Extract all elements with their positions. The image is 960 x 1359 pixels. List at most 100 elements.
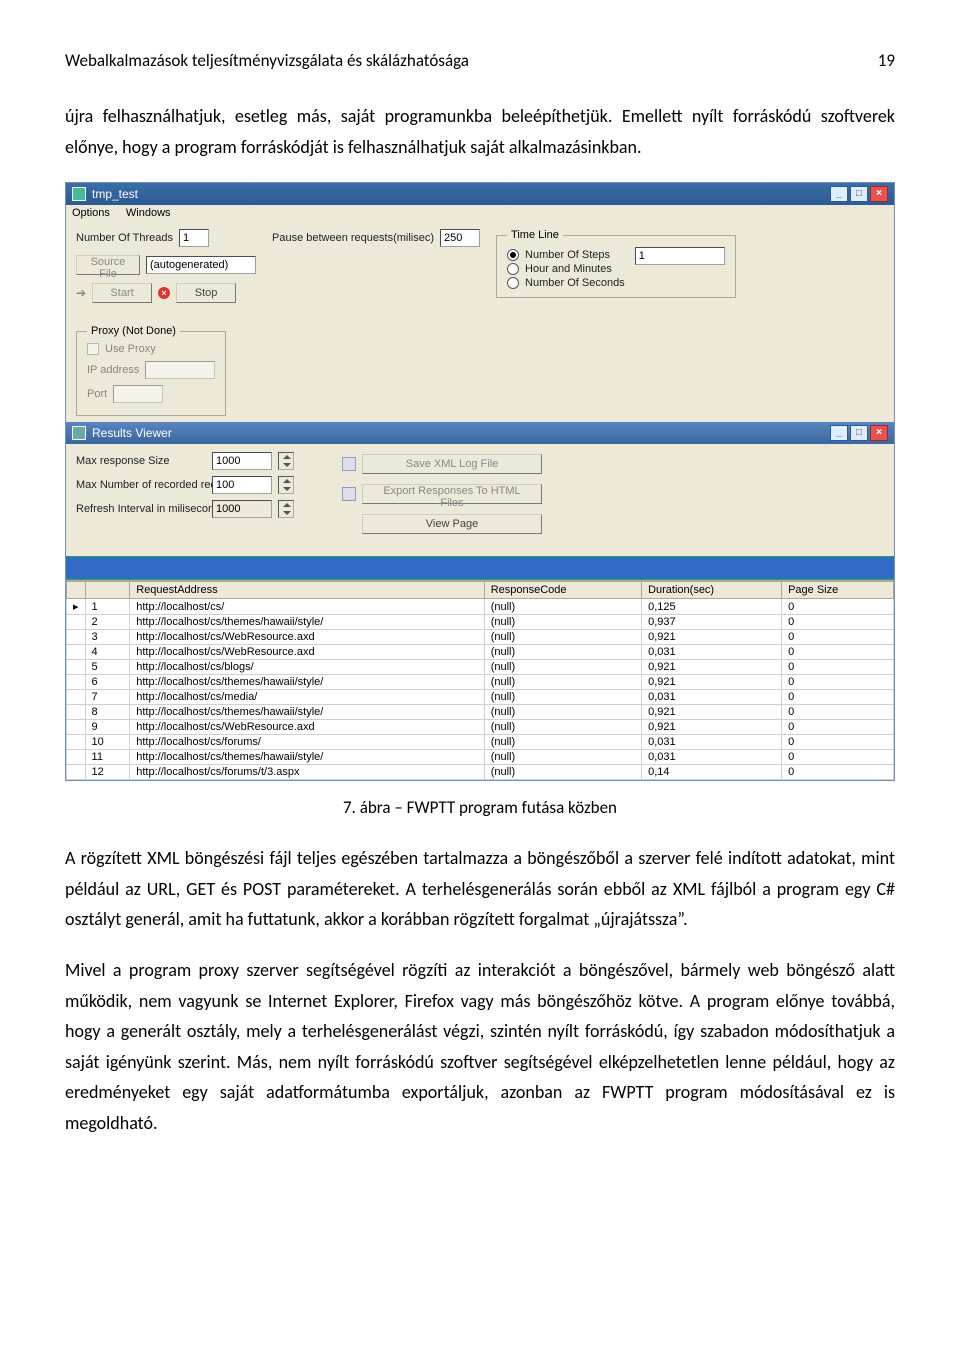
cell-response-code: (null) <box>484 630 641 645</box>
app-screenshot: tmp_test _ □ × Options Windows Number Of… <box>65 182 895 781</box>
radio-hour-min[interactable] <box>507 263 519 275</box>
table-row[interactable]: 6http://localhost/cs/themes/hawaii/style… <box>67 675 894 690</box>
cell-duration: 0,031 <box>642 645 782 660</box>
html-icon <box>342 487 356 501</box>
cell-response-code: (null) <box>484 599 641 615</box>
max-resp-input[interactable] <box>212 452 272 470</box>
view-page-button[interactable]: View Page <box>362 514 542 534</box>
col-page-size[interactable]: Page Size <box>782 582 894 599</box>
menu-windows[interactable]: Windows <box>126 207 171 219</box>
cell-duration: 0,031 <box>642 750 782 765</box>
cell-response-code: (null) <box>484 750 641 765</box>
table-row[interactable]: 3http://localhost/cs/WebResource.axd(nul… <box>67 630 894 645</box>
threads-input[interactable] <box>179 229 209 247</box>
save-xml-button[interactable]: Save XML Log File <box>362 454 542 474</box>
start-button[interactable]: Start <box>92 283 152 303</box>
table-row[interactable]: ▸1http://localhost/cs/(null)0,1250 <box>67 599 894 615</box>
table-row[interactable]: 9http://localhost/cs/WebResource.axd(nul… <box>67 720 894 735</box>
ip-input[interactable] <box>145 361 215 379</box>
timeline-legend: Time Line <box>507 229 563 241</box>
spinner-icon-3[interactable] <box>278 500 294 518</box>
paragraph-2: A rögzített XML böngészési fájl teljes e… <box>65 843 895 935</box>
cell-index: 5 <box>85 660 130 675</box>
pause-input[interactable] <box>440 229 480 247</box>
row-pointer <box>67 750 86 765</box>
page-header: Webalkalmazások teljesítményvizsgálata é… <box>65 50 895 71</box>
cell-duration: 0,921 <box>642 705 782 720</box>
refresh-input[interactable] <box>212 500 272 518</box>
results-icon <box>72 426 86 440</box>
cell-duration: 0,921 <box>642 675 782 690</box>
spinner-icon[interactable] <box>278 452 294 470</box>
row-pointer <box>67 630 86 645</box>
cell-index: 9 <box>85 720 130 735</box>
cell-index: 8 <box>85 705 130 720</box>
col-duration[interactable]: Duration(sec) <box>642 582 782 599</box>
results-maximize-icon[interactable]: □ <box>850 425 868 441</box>
spinner-icon-2[interactable] <box>278 476 294 494</box>
cell-response-code: (null) <box>484 675 641 690</box>
cell-duration: 0,031 <box>642 735 782 750</box>
cell-index: 1 <box>85 599 130 615</box>
timeline-value-input[interactable] <box>635 247 725 265</box>
radio-steps[interactable] <box>507 249 519 261</box>
cell-duration: 0,937 <box>642 615 782 630</box>
table-row[interactable]: 4http://localhost/cs/WebResource.axd(nul… <box>67 645 894 660</box>
table-row[interactable]: 5http://localhost/cs/blogs/(null)0,9210 <box>67 660 894 675</box>
row-pointer <box>67 720 86 735</box>
arrow-icon: ➔ <box>76 286 86 300</box>
col-marker <box>67 582 86 599</box>
results-minimize-icon[interactable]: _ <box>830 425 848 441</box>
maximize-icon[interactable]: □ <box>850 186 868 202</box>
menu-options[interactable]: Options <box>72 207 110 219</box>
table-row[interactable]: 10http://localhost/cs/forums/(null)0,031… <box>67 735 894 750</box>
results-close-icon[interactable]: × <box>870 425 888 441</box>
cell-page-size: 0 <box>782 660 894 675</box>
table-row[interactable]: 12http://localhost/cs/forums/t/3.aspx(nu… <box>67 765 894 780</box>
cell-response-code: (null) <box>484 705 641 720</box>
pause-label: Pause between requests(milisec) <box>272 232 434 244</box>
cell-duration: 0,921 <box>642 720 782 735</box>
max-rec-input[interactable] <box>212 476 272 494</box>
cell-address: http://localhost/cs/themes/hawaii/style/ <box>130 675 484 690</box>
use-proxy-checkbox[interactable] <box>87 343 99 355</box>
cell-address: http://localhost/cs/ <box>130 599 484 615</box>
stop-button[interactable]: Stop <box>176 283 236 303</box>
seconds-label: Number Of Seconds <box>525 277 625 289</box>
results-title: Results Viewer <box>92 426 172 440</box>
cell-page-size: 0 <box>782 720 894 735</box>
cell-address: http://localhost/cs/themes/hawaii/style/ <box>130 615 484 630</box>
cell-duration: 0,031 <box>642 690 782 705</box>
cell-response-code: (null) <box>484 720 641 735</box>
col-index[interactable] <box>85 582 130 599</box>
page-header-title: Webalkalmazások teljesítményvizsgálata é… <box>65 50 469 71</box>
table-row[interactable]: 2http://localhost/cs/themes/hawaii/style… <box>67 615 894 630</box>
port-input[interactable] <box>113 385 163 403</box>
close-icon[interactable]: × <box>870 186 888 202</box>
max-resp-label: Max response Size <box>76 455 206 467</box>
cell-duration: 0,14 <box>642 765 782 780</box>
cell-address: http://localhost/cs/WebResource.axd <box>130 630 484 645</box>
cell-page-size: 0 <box>782 690 894 705</box>
max-rec-label: Max Number of recorded requests <box>76 479 206 491</box>
table-row[interactable]: 7http://localhost/cs/media/(null)0,0310 <box>67 690 894 705</box>
row-pointer <box>67 675 86 690</box>
row-pointer <box>67 705 86 720</box>
source-file-input[interactable] <box>146 256 256 274</box>
radio-seconds[interactable] <box>507 277 519 289</box>
export-html-button[interactable]: Export Responses To HTML Files <box>362 484 542 504</box>
col-address[interactable]: RequestAddress <box>130 582 484 599</box>
threads-label: Number Of Threads <box>76 232 173 244</box>
table-row[interactable]: 11http://localhost/cs/themes/hawaii/styl… <box>67 750 894 765</box>
cell-address: http://localhost/cs/media/ <box>130 690 484 705</box>
table-row[interactable]: 8http://localhost/cs/themes/hawaii/style… <box>67 705 894 720</box>
refresh-label: Refresh Interval in miliseconds <box>76 503 206 515</box>
col-response-code[interactable]: ResponseCode <box>484 582 641 599</box>
row-pointer <box>67 660 86 675</box>
app-icon <box>72 187 86 201</box>
cell-page-size: 0 <box>782 630 894 645</box>
cell-duration: 0,921 <box>642 660 782 675</box>
menu-bar: Options Windows <box>66 205 894 221</box>
minimize-icon[interactable]: _ <box>830 186 848 202</box>
source-file-button[interactable]: Source File <box>76 255 140 275</box>
